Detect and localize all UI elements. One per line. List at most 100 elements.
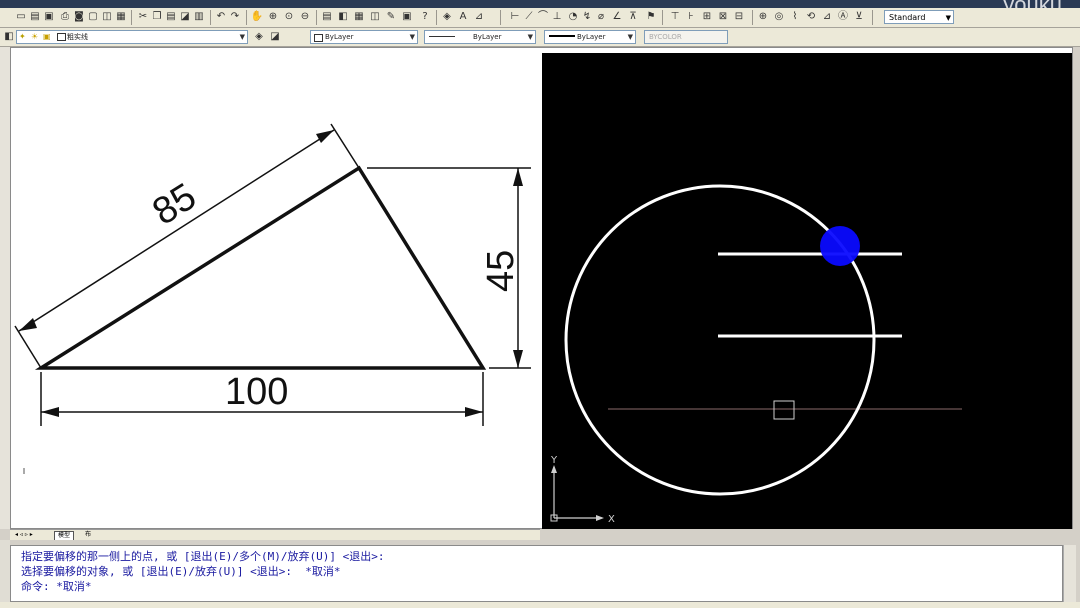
chevron-down-icon: ▼ xyxy=(409,33,415,41)
triangle-drawing: 85 45 100 xyxy=(14,123,531,474)
block-editor-icon[interactable]: ▥ xyxy=(192,10,206,24)
inspect-icon[interactable]: ◎ xyxy=(772,10,786,24)
layer-name: 粗实线 xyxy=(67,33,88,41)
chevron-down-icon: ▼ xyxy=(945,14,951,22)
standard-toolbar: ▭ ▤ ▣ ⎙ ◙ ▢ ◫ ▦ ✂ ❐ ▤ ◪ ▥ ↶ ↷ ✋ ⊕ ⊙ ⊖ ▤ … xyxy=(0,8,1080,28)
lock-icon: ▣ xyxy=(43,32,51,41)
chevron-down-icon: ▼ xyxy=(527,33,533,41)
color-select[interactable]: ByLayer ▼ xyxy=(310,30,418,44)
lineweight-select[interactable]: ByLayer ▼ xyxy=(544,30,636,44)
help-icon[interactable]: ? xyxy=(418,10,432,24)
layer-previous-icon[interactable]: ◪ xyxy=(268,30,282,44)
model-viewport[interactable]: Y X xyxy=(542,53,1072,529)
preview-icon[interactable]: ◙ xyxy=(72,10,86,24)
reference-drawing: 85 45 100 xyxy=(11,48,541,528)
save-icon[interactable]: ▣ xyxy=(42,10,56,24)
dim-baseline-icon[interactable]: ⊤ xyxy=(668,10,682,24)
sun-icon: ☀ xyxy=(31,32,39,41)
chevron-down-icon: ▼ xyxy=(627,33,633,41)
text-style-icon[interactable]: A xyxy=(456,10,470,24)
dim-break-icon[interactable]: ⊠ xyxy=(716,10,730,24)
command-window[interactable]: 指定要偏移的那一侧上的点, 或 [退出(E)/多个(M)/放弃(U)] <退出>… xyxy=(10,545,1063,602)
quick-dim-icon[interactable]: ⊼ xyxy=(626,10,640,24)
linetype-sample xyxy=(429,36,455,37)
layer-select[interactable]: ✦ ☀ ▣ 粗实线 ▼ xyxy=(16,30,248,44)
jogged-linear-icon[interactable]: ⌇ xyxy=(788,10,802,24)
dim-text-100: 100 xyxy=(225,371,288,413)
quickcalc-icon[interactable]: ▣ xyxy=(400,10,414,24)
menu-bar: youku xyxy=(0,0,1080,17)
zoom-window-icon[interactable]: ⊙ xyxy=(282,10,296,24)
command-history-line: 指定要偏移的那一侧上的点, 或 [退出(E)/多个(M)/放弃(U)] <退出>… xyxy=(21,550,385,563)
command-prompt-line[interactable]: 命令: *取消* xyxy=(21,578,92,594)
dim-jogged-icon[interactable]: ↯ xyxy=(580,10,594,24)
publish-web-icon[interactable]: ◫ xyxy=(100,10,114,24)
tab-layout[interactable]: 布 xyxy=(82,531,94,539)
center-mark-icon[interactable]: ⊕ xyxy=(756,10,770,24)
drawing-area[interactable]: 85 45 100 Y X xyxy=(10,47,1073,529)
make-current-icon[interactable]: ◈ xyxy=(252,30,266,44)
status-bar xyxy=(0,602,1080,608)
ucs-x-label: X xyxy=(608,514,615,525)
color-swatch xyxy=(314,34,323,42)
3d-dwf-icon[interactable]: ▦ xyxy=(114,10,128,24)
match-properties-icon[interactable]: ◪ xyxy=(178,10,192,24)
lineweight-sample xyxy=(549,35,575,37)
paste-icon[interactable]: ▤ xyxy=(164,10,178,24)
model-space-canvas[interactable]: Y X xyxy=(542,53,1072,529)
pan-icon[interactable]: ✋ xyxy=(250,10,264,24)
pickbox-cursor xyxy=(773,400,795,420)
dim-ordinate-icon[interactable]: ⊥ xyxy=(550,10,564,24)
copy-icon[interactable]: ❐ xyxy=(150,10,164,24)
undo-icon[interactable]: ↶ xyxy=(214,10,228,24)
layer-manager-icon[interactable]: ◧ xyxy=(2,30,16,44)
triangle-shape xyxy=(34,165,487,370)
zoom-previous-icon[interactable]: ⊖ xyxy=(298,10,312,24)
layer-icon[interactable]: ◈ xyxy=(440,10,454,24)
dim-diameter-icon[interactable]: ⌀ xyxy=(594,10,608,24)
tab-model[interactable]: 模型 xyxy=(54,531,75,540)
zoom-realtime-icon[interactable]: ⊕ xyxy=(266,10,280,24)
text-edit-icon[interactable]: Ⓐ xyxy=(836,10,850,24)
open-file-icon[interactable]: ▤ xyxy=(28,10,42,24)
lightbulb-icon: ✦ xyxy=(19,32,26,41)
dim-arc-icon[interactable]: ⌒ xyxy=(536,10,550,24)
design-center-icon[interactable]: ◧ xyxy=(336,10,350,24)
dim-continue-icon[interactable]: ⊦ xyxy=(684,10,698,24)
dim-style-icon[interactable]: ⊿ xyxy=(472,10,486,24)
dim-radius-icon[interactable]: ◔ xyxy=(566,10,580,24)
chevron-down-icon: ▼ xyxy=(239,33,245,41)
properties-icon[interactable]: ▤ xyxy=(320,10,334,24)
dim-linear-icon[interactable]: ⊢ xyxy=(508,10,522,24)
plot-icon[interactable]: ⎙ xyxy=(58,10,72,24)
dim-text-45: 45 xyxy=(480,250,522,292)
dim-style-select[interactable]: Standard ▼ xyxy=(884,10,954,24)
dim-space-icon[interactable]: ⊞ xyxy=(700,10,714,24)
redo-icon[interactable]: ↷ xyxy=(228,10,242,24)
layout-tabs-bar: ◂ ◃ ▹ ▸ 模型 布 xyxy=(10,529,540,540)
dim-angular-icon[interactable]: ∠ xyxy=(610,10,624,24)
linetype-select[interactable]: ByLayer ▼ xyxy=(424,30,536,44)
left-dock xyxy=(0,47,10,529)
publish-icon[interactable]: ▢ xyxy=(86,10,100,24)
tolerance-icon[interactable]: ⊟ xyxy=(732,10,746,24)
sheet-set-icon[interactable]: ◫ xyxy=(368,10,382,24)
dim-aligned-icon[interactable]: ⟋ xyxy=(522,10,536,24)
override-icon[interactable]: ⊻ xyxy=(852,10,866,24)
layers-properties-toolbar: ◧ ✦ ☀ ▣ 粗实线 ▼ ◈ ◪ ByLayer ▼ ByLayer ▼ By… xyxy=(0,28,1080,47)
tab-nav-arrows[interactable]: ◂ ◃ ▹ ▸ xyxy=(12,531,36,539)
dim-line-hypotenuse xyxy=(18,129,335,332)
new-file-icon[interactable]: ▭ xyxy=(14,10,28,24)
ucs-y-label: Y xyxy=(550,455,558,466)
command-scrollbar[interactable] xyxy=(1063,545,1076,602)
dim-update-icon[interactable]: ⟲ xyxy=(804,10,818,24)
markup-icon[interactable]: ✎ xyxy=(384,10,398,24)
tool-palettes-icon[interactable]: ▦ xyxy=(352,10,366,24)
plot-style-select[interactable]: BYCOLOR xyxy=(644,30,728,44)
dim-edit-icon[interactable]: ⚑ xyxy=(644,10,658,24)
oblique-icon[interactable]: ⊿ xyxy=(820,10,834,24)
color-swatch xyxy=(57,33,66,41)
cut-icon[interactable]: ✂ xyxy=(136,10,150,24)
cursor-highlight xyxy=(820,226,860,266)
command-window-handle[interactable] xyxy=(0,540,10,608)
